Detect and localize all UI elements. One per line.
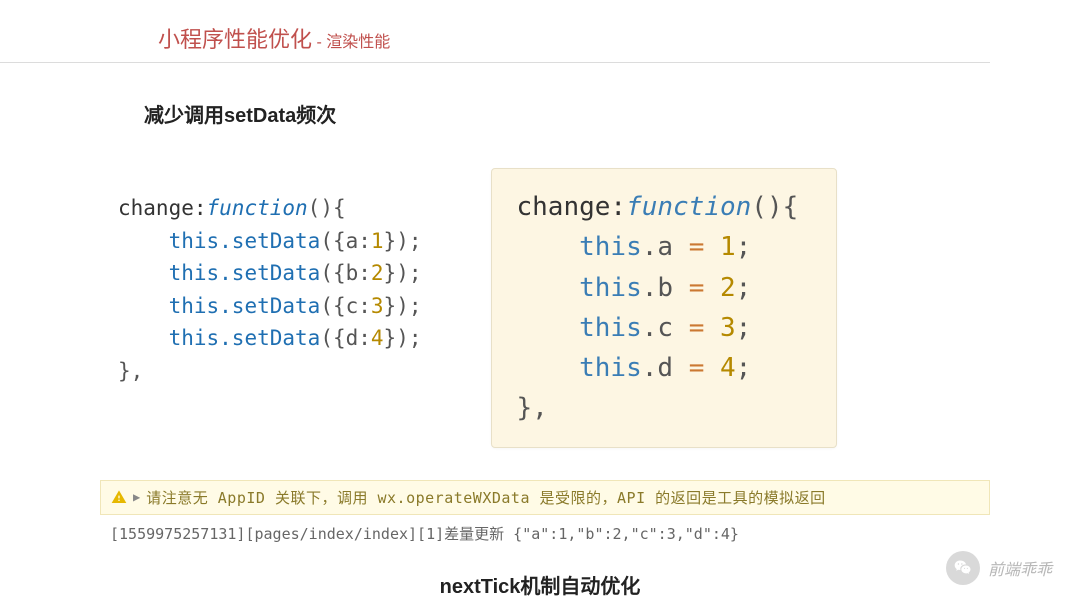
watermark: 前端乖乖 <box>946 551 1052 585</box>
header-sub: 渲染性能 <box>326 34 390 51</box>
code-block-before: change:function(){ this.setData({a:1}); … <box>118 168 421 387</box>
header-sep: - <box>312 34 326 51</box>
code-comparison-row: change:function(){ this.setData({a:1}); … <box>0 168 1080 448</box>
slide-header: 小程序性能优化 - 渲染性能 <box>0 0 990 63</box>
expand-triangle-icon: ▶ <box>133 490 140 504</box>
console-warning-text: 请注意无 AppID 关联下，调用 wx.operateWXData 是受限的，… <box>146 487 825 508</box>
code-block-after: change:function(){ this.a = 1; this.b = … <box>491 168 837 448</box>
watermark-text: 前端乖乖 <box>988 556 1052 580</box>
console-warning-line: ▶ 请注意无 AppID 关联下，调用 wx.operateWXData 是受限… <box>100 480 990 515</box>
warning-icon <box>111 489 127 505</box>
console-log-line: [1559975257131][pages/index/index][1]差量更… <box>100 515 990 552</box>
wechat-icon <box>946 551 980 585</box>
footer-caption: nextTick机制自动优化 <box>0 570 1080 599</box>
header-main: 小程序性能优化 <box>158 27 312 52</box>
console-panel: ▶ 请注意无 AppID 关联下，调用 wx.operateWXData 是受限… <box>100 480 990 552</box>
section-subtitle: 减少调用setData频次 <box>144 99 1080 128</box>
